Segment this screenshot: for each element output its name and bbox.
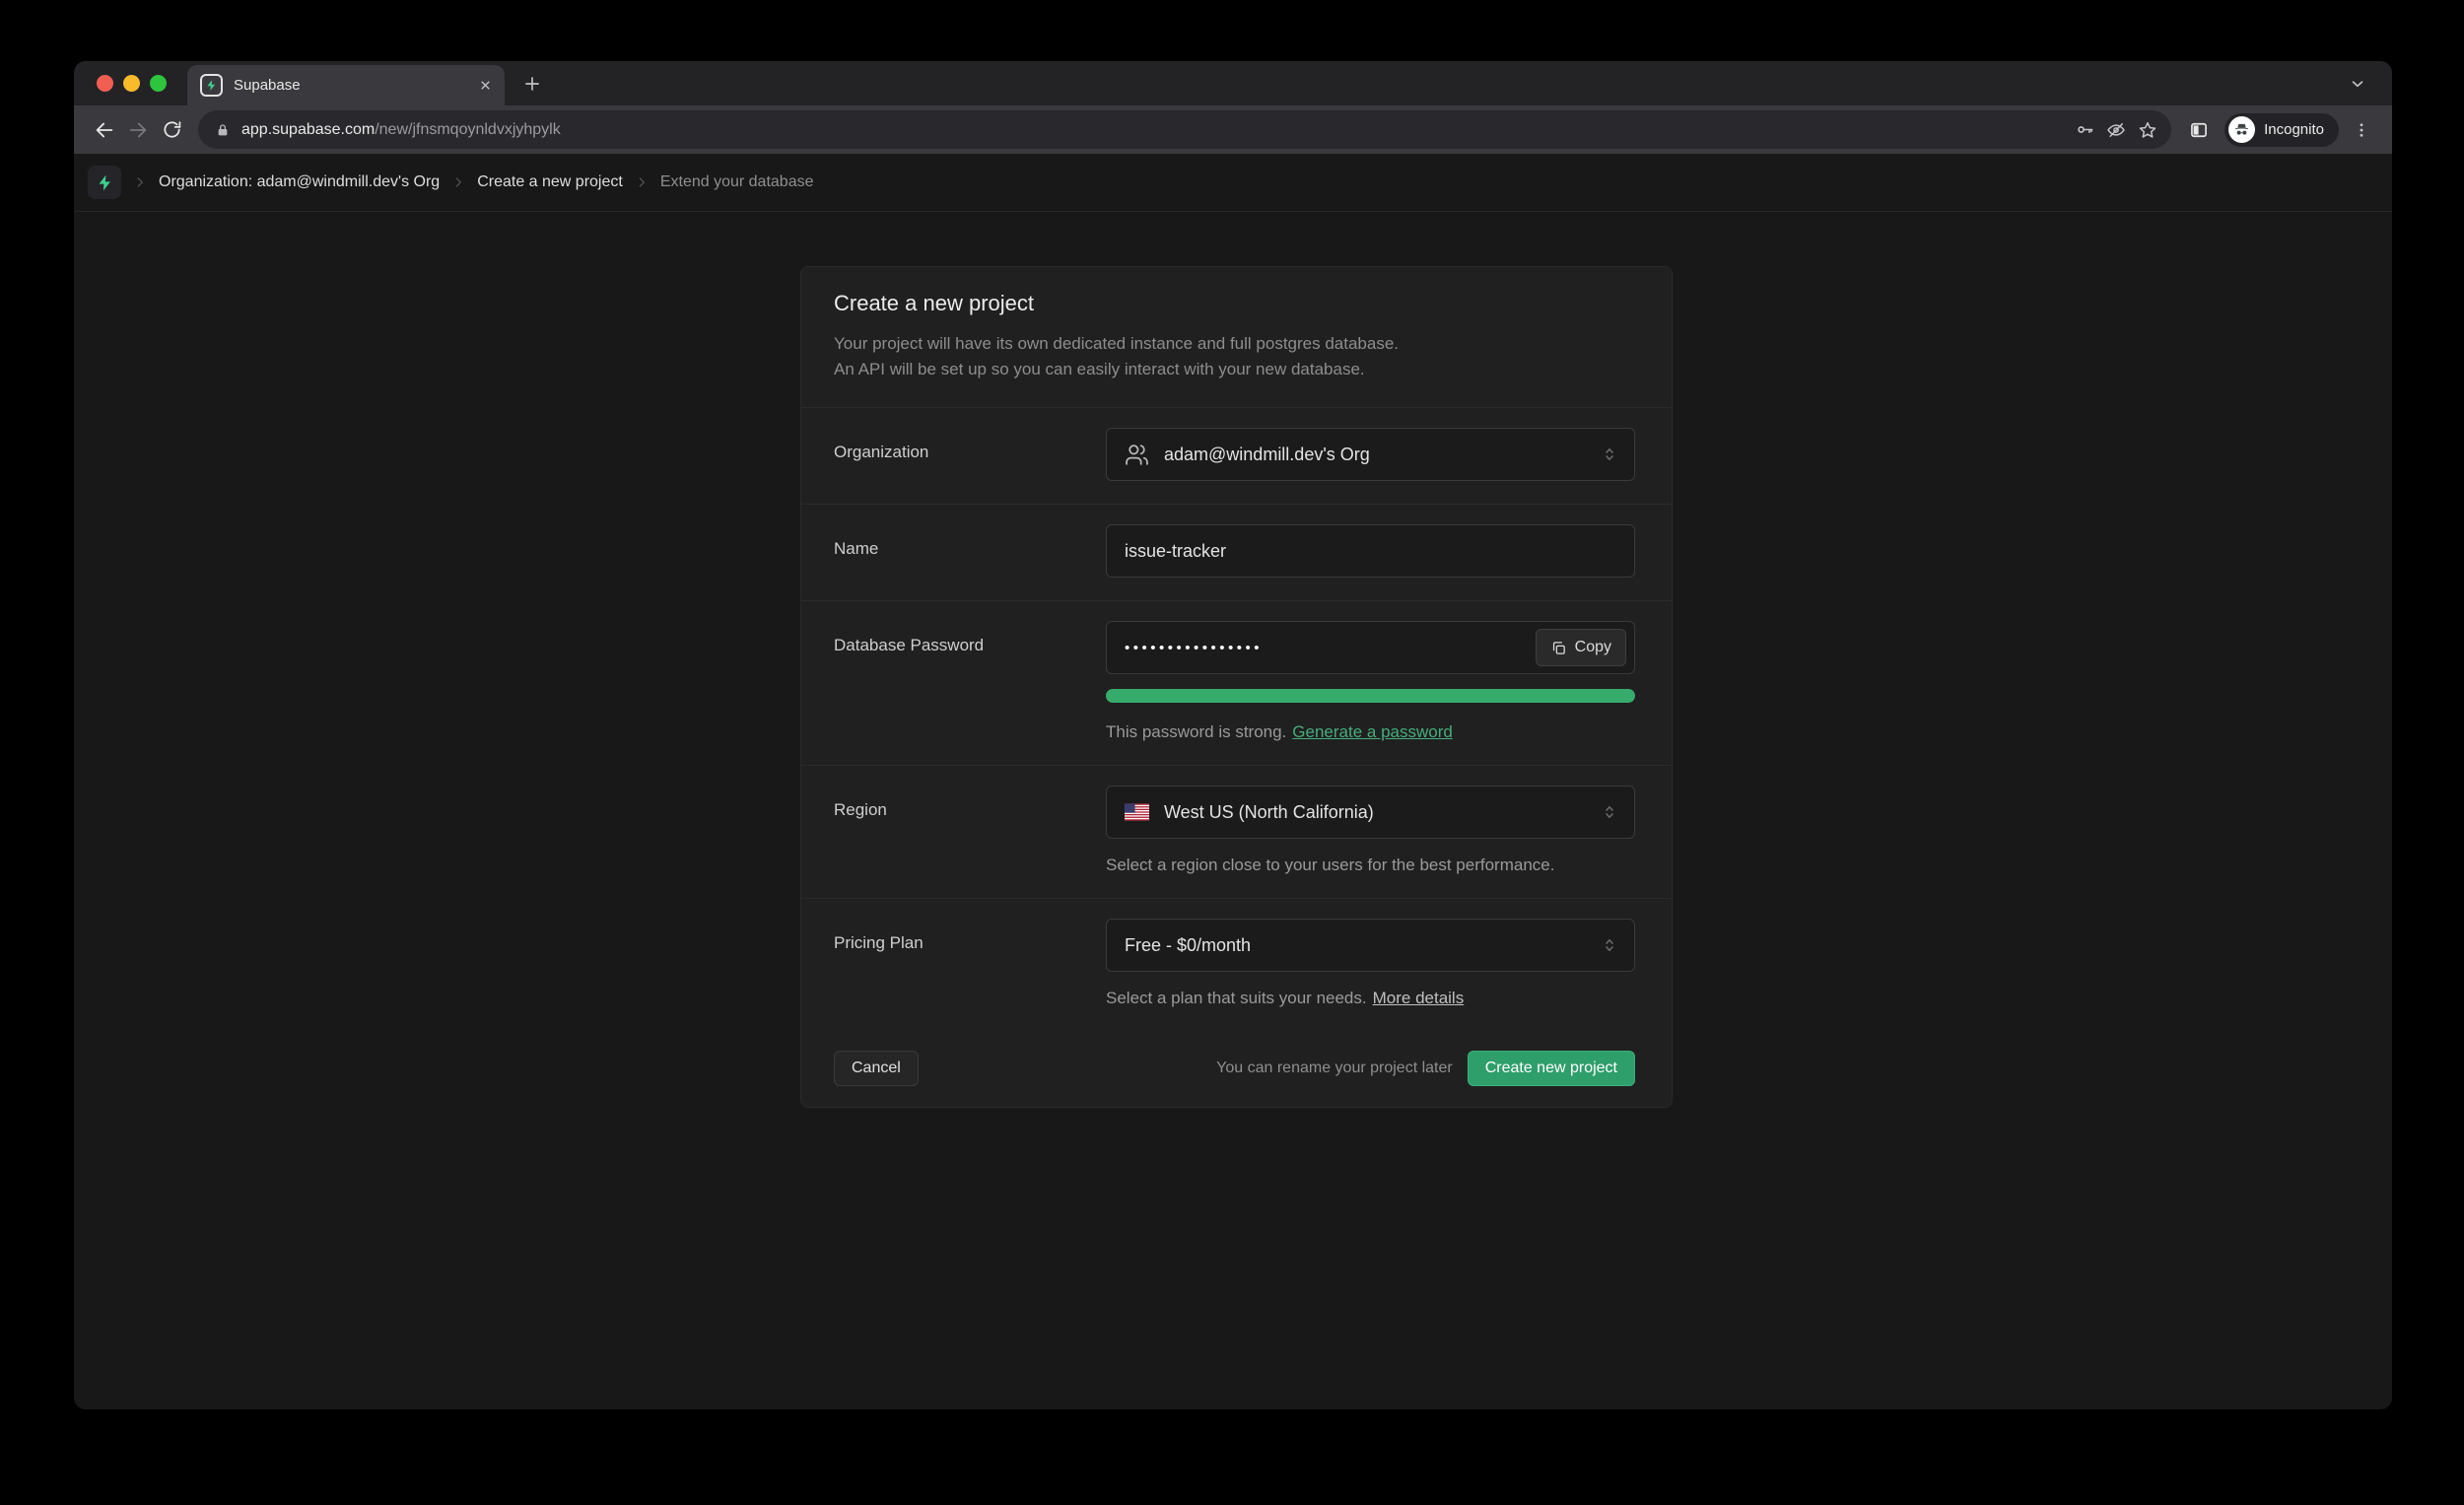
url-text: app.supabase.com/new/jfnsmqoynldvxjyhpyl… bbox=[241, 121, 2069, 139]
users-icon bbox=[1125, 443, 1149, 467]
eye-off-icon[interactable] bbox=[2100, 114, 2132, 146]
incognito-icon bbox=[2228, 116, 2255, 143]
name-label: Name bbox=[834, 524, 1106, 578]
close-window-button[interactable] bbox=[97, 75, 113, 92]
rename-note: You can rename your project later bbox=[1216, 1060, 1453, 1077]
organization-label: Organization bbox=[834, 428, 1106, 481]
browser-titlebar: Supabase bbox=[74, 61, 2392, 105]
cancel-button[interactable]: Cancel bbox=[834, 1051, 919, 1086]
description-line-2: An API will be set up so you can easily … bbox=[834, 357, 1639, 382]
supabase-logo-icon[interactable] bbox=[88, 166, 121, 199]
browser-window: Supabase bbox=[74, 61, 2392, 1409]
back-button[interactable] bbox=[88, 113, 121, 147]
password-masked-value: •••••••••••••••• bbox=[1125, 640, 1521, 656]
organization-select[interactable]: adam@windmill.dev's Org bbox=[1106, 428, 1635, 481]
copy-label: Copy bbox=[1575, 639, 1611, 656]
select-chevrons-icon bbox=[1601, 803, 1618, 821]
tab-close-icon[interactable] bbox=[478, 78, 493, 93]
breadcrumb-item-create-project[interactable]: Create a new project bbox=[477, 173, 623, 191]
pricing-select[interactable]: Free - $0/month bbox=[1106, 919, 1635, 972]
fullscreen-window-button[interactable] bbox=[150, 75, 167, 92]
side-panel-icon[interactable] bbox=[2181, 113, 2217, 147]
chevron-right-icon bbox=[451, 175, 465, 189]
breadcrumb: Organization: adam@windmill.dev's Org Cr… bbox=[74, 154, 2392, 212]
supabase-favicon-icon bbox=[200, 74, 223, 97]
site-security-lock-icon[interactable] bbox=[215, 122, 231, 138]
pricing-value: Free - $0/month bbox=[1125, 935, 1251, 956]
bookmark-star-icon[interactable] bbox=[2132, 114, 2163, 146]
forward-button[interactable] bbox=[121, 113, 155, 147]
page-title: Create a new project bbox=[834, 291, 1639, 316]
screenshot-root: Supabase bbox=[0, 0, 2464, 1505]
region-select[interactable]: West US (North California) bbox=[1106, 786, 1635, 839]
chevron-right-icon bbox=[635, 175, 649, 189]
organization-value: adam@windmill.dev's Org bbox=[1164, 445, 1370, 465]
select-chevrons-icon bbox=[1601, 445, 1618, 463]
password-input[interactable]: •••••••••••••••• Copy bbox=[1106, 621, 1635, 674]
address-bar[interactable]: app.supabase.com/new/jfnsmqoynldvxjyhpyl… bbox=[198, 110, 2171, 149]
card-description: Your project will have its own dedicated… bbox=[834, 331, 1639, 381]
create-new-project-button[interactable]: Create new project bbox=[1468, 1051, 1635, 1086]
browser-toolbar: app.supabase.com/new/jfnsmqoynldvxjyhpyl… bbox=[74, 105, 2392, 154]
incognito-label: Incognito bbox=[2264, 121, 2324, 138]
macos-window-controls bbox=[97, 61, 167, 105]
password-strength-bar bbox=[1106, 689, 1635, 703]
browser-menu-icon[interactable] bbox=[2345, 113, 2378, 147]
reload-button[interactable] bbox=[155, 113, 188, 147]
us-flag-icon bbox=[1125, 803, 1149, 821]
pricing-help: Select a plan that suits your needs. More… bbox=[1106, 989, 1635, 1008]
region-value: West US (North California) bbox=[1164, 802, 1374, 823]
minimize-window-button[interactable] bbox=[123, 75, 140, 92]
page-content: Create a new project Your project will h… bbox=[74, 212, 2392, 1409]
password-key-icon[interactable] bbox=[2069, 114, 2100, 146]
chevron-right-icon bbox=[133, 175, 147, 189]
region-row: Region West US (North California) Select… bbox=[801, 765, 1672, 898]
copy-password-button[interactable]: Copy bbox=[1536, 629, 1626, 666]
password-strength-text: This password is strong. bbox=[1106, 722, 1286, 741]
breadcrumb-item-organization[interactable]: Organization: adam@windmill.dev's Org bbox=[159, 173, 440, 191]
region-label: Region bbox=[834, 786, 1106, 875]
new-tab-button[interactable] bbox=[522, 74, 542, 94]
pricing-row: Pricing Plan Free - $0/month Select a pl… bbox=[801, 898, 1672, 1031]
create-project-card: Create a new project Your project will h… bbox=[800, 266, 1673, 1108]
breadcrumb-item-extend-database: Extend your database bbox=[660, 173, 814, 191]
card-footer: Cancel You can rename your project later… bbox=[801, 1031, 1672, 1107]
copy-icon bbox=[1550, 640, 1567, 656]
incognito-badge: Incognito bbox=[2224, 113, 2339, 147]
organization-row: Organization adam@windmill.dev's Org bbox=[801, 407, 1672, 504]
tab-title: Supabase bbox=[234, 77, 478, 94]
description-line-1: Your project will have its own dedicated… bbox=[834, 331, 1639, 357]
select-chevrons-icon bbox=[1601, 936, 1618, 954]
password-row: Database Password •••••••••••••••• Copy bbox=[801, 600, 1672, 765]
url-path: /new/jfnsmqoynldvxjyhpylk bbox=[375, 121, 561, 138]
more-details-link[interactable]: More details bbox=[1373, 989, 1465, 1007]
password-help: This password is strong. Generate a passw… bbox=[1106, 722, 1635, 742]
card-header: Create a new project Your project will h… bbox=[801, 267, 1672, 407]
name-row: Name bbox=[801, 504, 1672, 600]
browser-tab-supabase[interactable]: Supabase bbox=[187, 65, 505, 105]
generate-password-link[interactable]: Generate a password bbox=[1292, 722, 1453, 741]
region-help: Select a region close to your users for … bbox=[1106, 855, 1635, 875]
tab-search-chevron-icon[interactable] bbox=[2349, 75, 2366, 93]
url-domain: app.supabase.com bbox=[241, 121, 375, 138]
password-label: Database Password bbox=[834, 621, 1106, 742]
pricing-label: Pricing Plan bbox=[834, 919, 1106, 1008]
project-name-input[interactable] bbox=[1106, 524, 1635, 578]
pricing-help-text: Select a plan that suits your needs. bbox=[1106, 989, 1367, 1007]
